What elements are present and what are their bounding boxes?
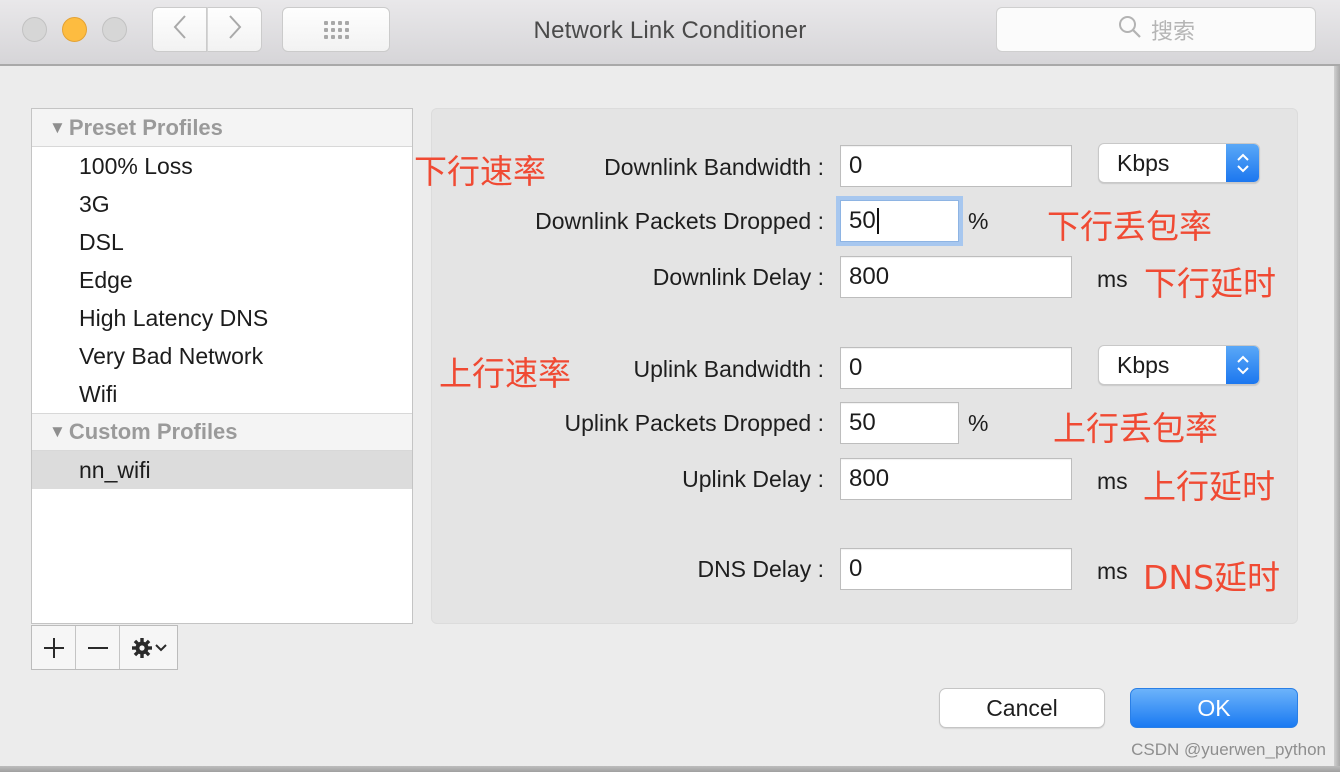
group-header-custom[interactable]: ▼ Custom Profiles <box>32 413 412 451</box>
annotation-downlink-rate: 下行速率 <box>414 152 546 191</box>
dns-delay-unit: ms <box>1097 558 1128 584</box>
list-item[interactable]: DSL <box>32 223 412 261</box>
group-header-preset[interactable]: ▼ Preset Profiles <box>32 109 412 147</box>
cancel-button[interactable]: Cancel <box>939 688 1105 728</box>
list-item[interactable]: 3G <box>32 185 412 223</box>
network-link-conditioner-window: Network Link Conditioner 搜索 ▼ Preset Pro… <box>0 0 1340 772</box>
downlink-bandwidth-input[interactable]: 0 <box>840 145 1072 187</box>
gear-icon <box>131 637 152 658</box>
action-menu-button[interactable] <box>120 626 177 669</box>
list-item[interactable]: High Latency DNS <box>32 299 412 337</box>
uplink-dropped-unit: % <box>968 410 989 436</box>
uplink-dropped-input[interactable]: 50 <box>840 402 959 444</box>
downlink-dropped-label: Downlink Packets Dropped : <box>535 208 824 234</box>
uplink-delay-label: Uplink Delay : <box>682 466 824 492</box>
dns-delay-label: DNS Delay : <box>697 556 824 582</box>
list-item[interactable]: Very Bad Network <box>32 337 412 375</box>
profiles-list[interactable]: ▼ Preset Profiles 100% Loss 3G DSL Edge … <box>31 108 413 624</box>
downlink-delay-input[interactable]: 800 <box>840 256 1072 298</box>
remove-profile-button[interactable] <box>76 626 120 669</box>
toolbar: Network Link Conditioner 搜索 <box>0 0 1340 66</box>
list-item[interactable]: Edge <box>32 261 412 299</box>
uplink-bandwidth-unit-select[interactable]: Kbps <box>1098 345 1260 385</box>
minus-icon <box>87 646 108 649</box>
annotation-uplink-loss: 上行丢包率 <box>1053 409 1218 448</box>
window-edge <box>1334 66 1340 766</box>
ok-button[interactable]: OK <box>1130 688 1298 728</box>
annotation-downlink-loss: 下行丢包率 <box>1047 207 1212 246</box>
downlink-bandwidth-unit-select[interactable]: Kbps <box>1098 143 1260 183</box>
annotation-dns-delay: DNS延时 <box>1143 558 1281 597</box>
list-tools <box>31 625 178 670</box>
text-caret <box>876 208 879 234</box>
downlink-dropped-input[interactable]: 50 <box>840 200 959 242</box>
list-item[interactable]: 100% Loss <box>32 147 412 185</box>
chevron-down-icon <box>154 643 167 651</box>
annotation-uplink-delay: 上行延时 <box>1143 467 1275 506</box>
downlink-delay-label: Downlink Delay : <box>652 264 824 290</box>
uplink-dropped-label: Uplink Packets Dropped : <box>564 410 824 436</box>
plus-icon <box>43 637 64 658</box>
updown-chevron-icon <box>1226 346 1259 384</box>
annotation-downlink-delay: 下行延时 <box>1144 264 1276 303</box>
add-profile-button[interactable] <box>32 626 76 669</box>
search-placeholder: 搜索 <box>1150 18 1195 44</box>
disclosure-triangle-icon[interactable]: ▼ <box>49 422 66 442</box>
uplink-delay-unit: ms <box>1097 468 1128 494</box>
search-field[interactable]: 搜索 <box>996 7 1316 52</box>
updown-chevron-icon <box>1226 144 1259 182</box>
search-icon <box>1117 14 1143 46</box>
uplink-bandwidth-label: Uplink Bandwidth : <box>633 356 825 382</box>
uplink-bandwidth-input[interactable]: 0 <box>840 347 1072 389</box>
disclosure-triangle-icon[interactable]: ▼ <box>49 118 66 138</box>
list-item[interactable]: Wifi <box>32 375 412 413</box>
uplink-delay-input[interactable]: 800 <box>840 458 1072 500</box>
downlink-delay-unit: ms <box>1097 266 1128 292</box>
annotation-uplink-rate: 上行速率 <box>439 354 571 393</box>
downlink-dropped-unit: % <box>968 208 989 234</box>
window-edge <box>0 766 1340 772</box>
watermark: CSDN @yuerwen_python <box>1131 740 1326 759</box>
downlink-bandwidth-label: Downlink Bandwidth : <box>604 154 824 180</box>
dns-delay-input[interactable]: 0 <box>840 548 1072 590</box>
list-item-selected[interactable]: nn_wifi <box>32 451 412 489</box>
